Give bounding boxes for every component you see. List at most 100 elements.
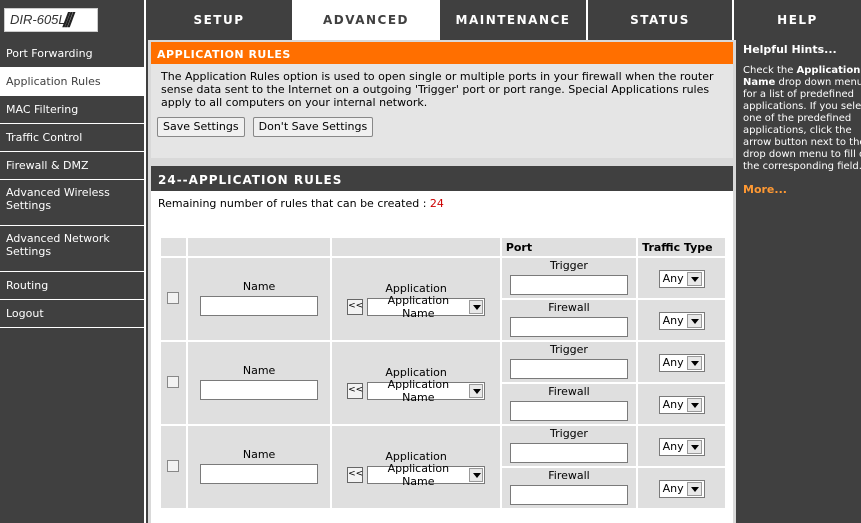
tab-help[interactable]: HELP xyxy=(734,0,861,40)
firewall-label: Firewall xyxy=(548,301,590,314)
trigger-port-cell: Trigger xyxy=(501,258,637,298)
application-cell: Application << Application Name xyxy=(332,342,500,424)
trigger-label: Trigger xyxy=(550,343,588,356)
rule-enable-checkbox[interactable] xyxy=(167,375,180,388)
sidebar-item-routing[interactable]: Routing xyxy=(0,272,144,300)
firewall-label: Firewall xyxy=(548,385,590,398)
help-text-before: Check the xyxy=(743,65,797,76)
help-text: Check the Application Name drop down men… xyxy=(738,56,861,173)
sidebar-item-advanced-network[interactable]: Advanced Network Settings xyxy=(0,226,144,272)
table-header-row: Port Traffic Type xyxy=(161,238,725,256)
remaining-rules-text: Remaining number of rules that can be cr… xyxy=(151,191,733,210)
trigger-traffic-cell: Any xyxy=(638,342,725,382)
header-cell xyxy=(332,238,500,256)
trigger-port-input[interactable] xyxy=(509,275,628,295)
tab-advanced[interactable]: ADVANCED xyxy=(294,0,440,40)
application-name-select[interactable]: Application Name xyxy=(367,462,486,488)
chevron-down-icon xyxy=(468,300,484,314)
tab-status[interactable]: STATUS xyxy=(588,0,734,40)
trigger-traffic-value: Any xyxy=(662,440,684,453)
rules-section-title: 24--APPLICATION RULES xyxy=(151,166,733,191)
sidebar-item-firewall-dmz[interactable]: Firewall & DMZ xyxy=(0,152,144,180)
dont-save-settings-button[interactable]: Don't Save Settings xyxy=(252,117,374,137)
chevron-down-icon xyxy=(468,384,484,398)
remaining-prefix: Remaining number of rules that can be cr… xyxy=(158,197,430,210)
copy-application-button[interactable]: << xyxy=(347,383,363,399)
trigger-port-cell: Trigger xyxy=(501,426,637,466)
firewall-traffic-cell: Any xyxy=(638,468,725,508)
trigger-traffic-value: Any xyxy=(662,272,684,285)
firewall-port-cell: Firewall xyxy=(501,384,637,424)
header-cell xyxy=(161,238,186,256)
action-buttons: Save Settings Don't Save Settings xyxy=(151,109,733,137)
help-text-after: drop down menu for a list of predefined … xyxy=(743,77,861,172)
router-admin-page: DIR-605L /// SETUP ADVANCED MAINTENANCE … xyxy=(0,0,861,523)
firewall-traffic-select[interactable]: Any xyxy=(658,479,705,498)
name-cell: Name xyxy=(187,342,331,424)
rule-enable-checkbox[interactable] xyxy=(167,291,180,304)
brand-logo-area: DIR-605L /// xyxy=(0,0,146,40)
copy-application-button[interactable]: << xyxy=(347,299,363,315)
panel-title: APPLICATION RULES xyxy=(151,42,733,64)
firewall-traffic-cell: Any xyxy=(638,384,725,424)
firewall-port-input[interactable] xyxy=(509,401,628,421)
name-cell: Name xyxy=(187,258,331,340)
application-select-value: Application Name xyxy=(387,294,450,320)
table-row: Name Application << Application Name Trigg… xyxy=(161,426,725,508)
help-more-link[interactable]: More... xyxy=(738,173,861,196)
sidebar-item-application-rules[interactable]: Application Rules xyxy=(0,68,144,96)
application-name-select[interactable]: Application Name xyxy=(367,378,486,404)
sidebar-item-traffic-control[interactable]: Traffic Control xyxy=(0,124,144,152)
tab-setup[interactable]: SETUP xyxy=(146,0,294,40)
header-cell xyxy=(187,238,331,256)
firewall-traffic-select[interactable]: Any xyxy=(658,311,705,330)
panel-description: The Application Rules option is used to … xyxy=(161,70,714,109)
trigger-traffic-cell: Any xyxy=(638,258,725,298)
firewall-port-input[interactable] xyxy=(509,317,628,337)
firewall-traffic-cell: Any xyxy=(638,300,725,340)
help-title: Helpful Hints... xyxy=(743,43,837,56)
remaining-count: 24 xyxy=(429,197,444,210)
name-input[interactable] xyxy=(200,463,319,484)
table-row: Name Application << Application Name Trigg… xyxy=(161,258,725,340)
rules-table: Port Traffic Type Name Application << Appl… xyxy=(159,236,727,510)
top-nav-bar: DIR-605L /// SETUP ADVANCED MAINTENANCE … xyxy=(0,0,861,40)
name-cell: Name xyxy=(187,426,331,508)
trigger-label: Trigger xyxy=(550,259,588,272)
name-label: Name xyxy=(242,363,276,377)
save-settings-button[interactable]: Save Settings xyxy=(157,117,245,137)
application-rules-intro-panel: APPLICATION RULES The Application Rules … xyxy=(151,42,733,158)
trigger-port-input[interactable] xyxy=(509,359,628,379)
name-input[interactable] xyxy=(200,295,319,316)
sidebar-item-mac-filtering[interactable]: MAC Filtering xyxy=(0,96,144,124)
help-sidebar: Helpful Hints... Check the Application N… xyxy=(738,40,861,523)
application-cell: Application << Application Name xyxy=(332,258,500,340)
firewall-label: Firewall xyxy=(548,469,590,482)
tab-maintenance[interactable]: MAINTENANCE xyxy=(440,0,588,40)
sidebar-item-advanced-wireless[interactable]: Advanced Wireless Settings xyxy=(0,180,144,226)
sidebar-item-logout[interactable]: Logout xyxy=(0,300,144,328)
header-port: Port xyxy=(501,238,637,256)
firewall-port-input[interactable] xyxy=(509,485,628,505)
trigger-port-cell: Trigger xyxy=(501,342,637,382)
copy-application-button[interactable]: << xyxy=(347,467,363,483)
main-content: APPLICATION RULES The Application Rules … xyxy=(148,40,736,523)
firewall-traffic-value: Any xyxy=(662,398,684,411)
trigger-traffic-select[interactable]: Any xyxy=(658,353,705,372)
rule-enable-checkbox[interactable] xyxy=(167,459,180,472)
trigger-port-input[interactable] xyxy=(509,443,628,463)
application-cell: Application << Application Name xyxy=(332,426,500,508)
trigger-traffic-cell: Any xyxy=(638,426,725,466)
model-badge: DIR-605L /// xyxy=(4,8,98,32)
name-input[interactable] xyxy=(200,379,319,400)
trigger-traffic-select[interactable]: Any xyxy=(658,269,705,288)
application-name-select[interactable]: Application Name xyxy=(367,294,486,320)
firewall-traffic-select[interactable]: Any xyxy=(658,395,705,414)
chevron-down-icon xyxy=(686,355,702,370)
sidebar-item-port-forwarding[interactable]: Port Forwarding xyxy=(0,40,144,68)
chevron-down-icon xyxy=(468,468,484,482)
trigger-traffic-value: Any xyxy=(662,356,684,369)
name-label: Name xyxy=(242,279,276,293)
table-row: Name Application << Application Name Trigg… xyxy=(161,342,725,424)
trigger-traffic-select[interactable]: Any xyxy=(658,437,705,456)
